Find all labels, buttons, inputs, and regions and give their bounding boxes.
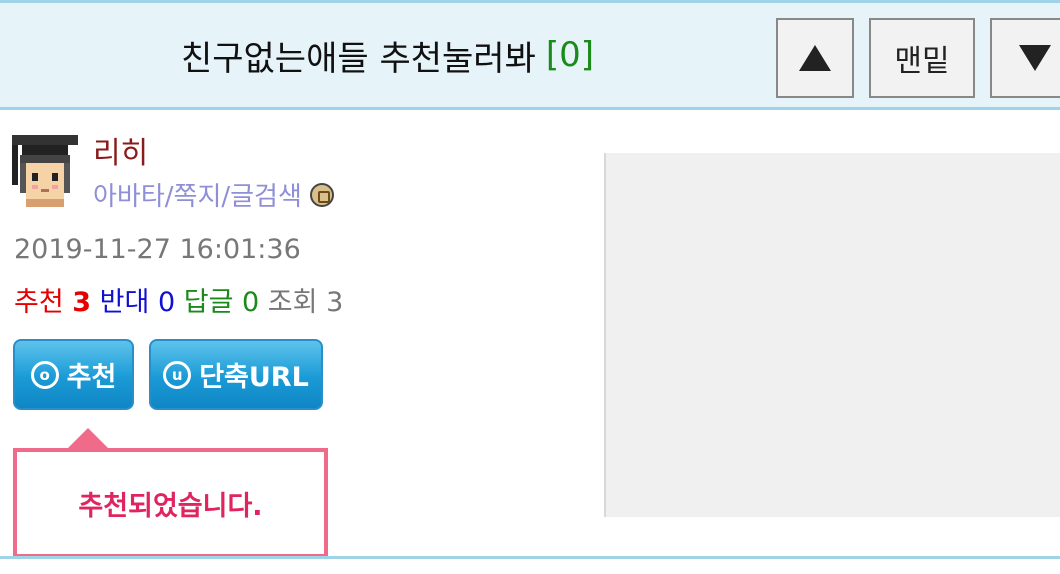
recommend-circle-icon: o [30, 360, 59, 389]
views-label: 조회 [267, 287, 318, 318]
oppose-count: 0 [157, 287, 176, 318]
ad-placeholder [604, 153, 1060, 517]
author-links[interactable]: 아바타/쪽지/글검색 [93, 176, 334, 213]
scroll-down-button[interactable] [990, 18, 1060, 98]
avatar[interactable] [12, 135, 78, 207]
triangle-up-icon [799, 45, 831, 71]
divider [0, 556, 1060, 559]
comment-count[interactable]: [0] [546, 35, 594, 75]
post-title-text: 친구없는애들 추천눌러봐 [180, 38, 536, 79]
recommend-label: 추천 [14, 287, 64, 318]
recommend-count: 3 [72, 287, 92, 318]
recommend-tooltip: 추천되었습니다. [13, 448, 328, 558]
short-url-button[interactable]: u 단축URL [149, 339, 323, 410]
author-nickname[interactable]: 리히 [93, 128, 148, 172]
oppose-label: 반대 [99, 287, 150, 318]
author-links-text[interactable]: 아바타/쪽지/글검색 [93, 176, 302, 213]
scroll-up-button[interactable] [776, 18, 854, 98]
tooltip-arrow [68, 428, 108, 448]
medal-icon [309, 182, 334, 207]
url-circle-icon: u [163, 360, 192, 389]
short-url-button-label: 단축URL [199, 362, 309, 393]
reply-label: 답글 [183, 287, 234, 318]
post-title: 친구없는애들 추천눌러봐 [0] [0, 3, 775, 107]
tooltip-message: 추천되었습니다. [78, 490, 263, 522]
recommend-button[interactable]: o 추천 [13, 339, 134, 410]
post-header: 친구없는애들 추천눌러봐 [0] 맨밑 [0, 0, 1060, 110]
scroll-bottom-label: 맨밑 [894, 44, 950, 79]
post-stats: 추천 3 반대 0 답글 0 조회 3 [14, 280, 343, 319]
scroll-bottom-button[interactable]: 맨밑 [869, 18, 975, 98]
reply-count: 0 [242, 287, 260, 318]
triangle-down-icon [1019, 45, 1051, 71]
post-date: 2019-11-27 16:01:36 [14, 234, 301, 265]
recommend-button-label: 추천 [66, 362, 117, 393]
graduate-avatar-icon [12, 135, 78, 207]
views-count: 3 [326, 287, 344, 318]
